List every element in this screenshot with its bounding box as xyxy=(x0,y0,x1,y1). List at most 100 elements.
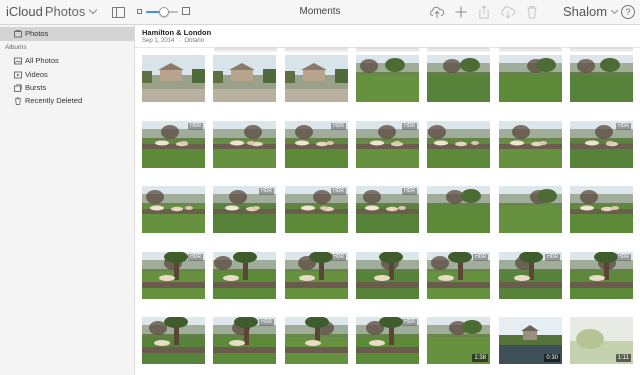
sidebar-item-recently-deleted[interactable]: Recently Deleted xyxy=(0,94,134,108)
previous-row-peek xyxy=(356,47,419,52)
add-icon[interactable] xyxy=(453,4,469,20)
sidebar-item-bursts[interactable]: Bursts xyxy=(0,81,134,95)
hdr-badge: HDR xyxy=(402,188,417,195)
zoom-slider[interactable] xyxy=(137,6,191,18)
photo-image xyxy=(142,55,205,102)
photo-thumbnail[interactable] xyxy=(213,55,276,102)
photo-thumbnail[interactable]: 1:11 xyxy=(570,317,633,364)
photo-thumbnail[interactable] xyxy=(285,317,348,364)
upload-icon[interactable] xyxy=(429,4,445,20)
photo-thumbnail[interactable]: HDR xyxy=(213,186,276,233)
sidebar-item-photos[interactable]: Photos xyxy=(0,27,134,41)
moment-location[interactable]: Ontario xyxy=(184,38,204,44)
albums-header: Albums xyxy=(5,44,27,51)
photo-thumbnail[interactable] xyxy=(499,186,562,233)
photo-thumbnail[interactable] xyxy=(213,121,276,168)
photo-thumbnail[interactable] xyxy=(356,55,419,102)
photo-image xyxy=(499,186,562,233)
photo-thumbnail[interactable] xyxy=(142,317,205,364)
photo-thumbnail[interactable]: HDR xyxy=(570,121,633,168)
previous-row-peek xyxy=(499,47,562,52)
photo-thumbnail[interactable] xyxy=(142,186,205,233)
chevron-down-icon xyxy=(89,5,98,15)
zoom-track[interactable] xyxy=(146,7,178,17)
toolbar-title: Moments xyxy=(299,6,341,17)
video-duration-badge: 1:38 xyxy=(472,354,488,362)
photo-thumbnail[interactable]: HDR xyxy=(356,317,419,364)
chevron-down-icon xyxy=(611,6,619,15)
sidebar-item-label: Photos xyxy=(25,29,49,38)
user-menu[interactable]: Shalom xyxy=(563,4,619,19)
photo-thumbnail[interactable]: HDR xyxy=(285,121,348,168)
photo-image xyxy=(285,317,348,364)
zoom-knob[interactable] xyxy=(158,7,169,17)
photo-thumbnail[interactable] xyxy=(142,55,205,102)
hdr-badge: HDR xyxy=(331,254,346,261)
photo-thumbnail[interactable] xyxy=(427,186,490,233)
zoom-in-icon[interactable] xyxy=(182,7,190,15)
photo-image xyxy=(285,55,348,102)
sidebar-item-label: All Photos xyxy=(25,56,59,65)
photo-image xyxy=(142,317,205,364)
toolbar: iCloud Photos Moments Shalom ? xyxy=(0,0,640,25)
photo-thumbnail[interactable] xyxy=(356,252,419,299)
user-name: Shalom xyxy=(563,4,608,19)
photo-thumbnail[interactable]: HDR xyxy=(570,252,633,299)
photo-thumbnail[interactable]: HDR xyxy=(213,317,276,364)
photo-thumbnail[interactable]: HDR xyxy=(285,252,348,299)
moment-title: Hamilton & London xyxy=(142,28,212,37)
sidebar-item-label: Recently Deleted xyxy=(25,96,83,105)
hdr-badge: HDR xyxy=(259,188,274,195)
photo-image xyxy=(570,186,633,233)
sidebar-item-label: Videos xyxy=(25,70,48,79)
bursts-icon xyxy=(14,84,22,92)
photo-thumbnail[interactable] xyxy=(499,121,562,168)
photo-grid-area[interactable]: HDR HDR HDR HDR HDR HDR HDR HDR HDR HDR HDR HDR HDR H… xyxy=(135,25,640,375)
hdr-badge: HDR xyxy=(616,123,631,130)
photo-thumbnail[interactable]: HDR xyxy=(285,186,348,233)
all-photos-icon xyxy=(14,57,22,65)
help-icon[interactable]: ? xyxy=(621,5,635,19)
photo-thumbnail[interactable] xyxy=(213,252,276,299)
hdr-badge: HDR xyxy=(473,254,488,261)
photo-thumbnail[interactable] xyxy=(570,55,633,102)
hdr-badge: HDR xyxy=(402,123,417,130)
photo-thumbnail[interactable] xyxy=(499,55,562,102)
photo-image xyxy=(427,121,490,168)
share-icon[interactable] xyxy=(476,4,492,20)
photo-thumbnail[interactable]: HDR xyxy=(142,252,205,299)
photo-thumbnail[interactable] xyxy=(427,55,490,102)
photo-thumbnail[interactable] xyxy=(570,186,633,233)
photo-thumbnail[interactable]: HDR xyxy=(499,252,562,299)
app-switcher[interactable]: iCloud Photos xyxy=(6,4,98,19)
photo-thumbnail[interactable]: HDR xyxy=(427,252,490,299)
photo-thumbnail[interactable]: 1:38 xyxy=(427,317,490,364)
photo-image xyxy=(499,55,562,102)
app-name-photos: Photos xyxy=(44,4,86,19)
previous-row-peek xyxy=(214,47,277,52)
sidebar: Photos Albums All Photos Videos Bursts R… xyxy=(0,25,135,375)
sidebar-item-all-photos[interactable]: All Photos xyxy=(0,54,134,68)
zoom-out-icon[interactable] xyxy=(137,9,142,14)
previous-row-peek xyxy=(427,47,490,52)
moment-date: Sep 1, 2014 xyxy=(142,38,175,44)
photo-thumbnail[interactable]: 0:30 xyxy=(499,317,562,364)
video-duration-badge: 1:11 xyxy=(615,354,631,362)
moment-subtitle: Sep 1, 2014 · Ontario xyxy=(142,38,204,44)
photo-thumbnail[interactable]: HDR xyxy=(356,121,419,168)
videos-icon xyxy=(14,71,22,79)
download-icon[interactable] xyxy=(500,4,516,20)
hdr-badge: HDR xyxy=(259,319,274,326)
photo-thumbnail[interactable] xyxy=(285,55,348,102)
photo-thumbnail[interactable]: HDR xyxy=(142,121,205,168)
photo-thumbnail[interactable]: HDR xyxy=(356,186,419,233)
photo-image xyxy=(427,55,490,102)
delete-icon[interactable] xyxy=(524,4,540,20)
photo-image xyxy=(213,121,276,168)
sidebar-item-videos[interactable]: Videos xyxy=(0,68,134,82)
photo-image xyxy=(213,55,276,102)
sidebar-toggle-icon[interactable] xyxy=(112,7,125,18)
photo-thumbnail[interactable] xyxy=(427,121,490,168)
hdr-badge: HDR xyxy=(402,319,417,326)
app-name-icloud: iCloud xyxy=(6,4,43,19)
